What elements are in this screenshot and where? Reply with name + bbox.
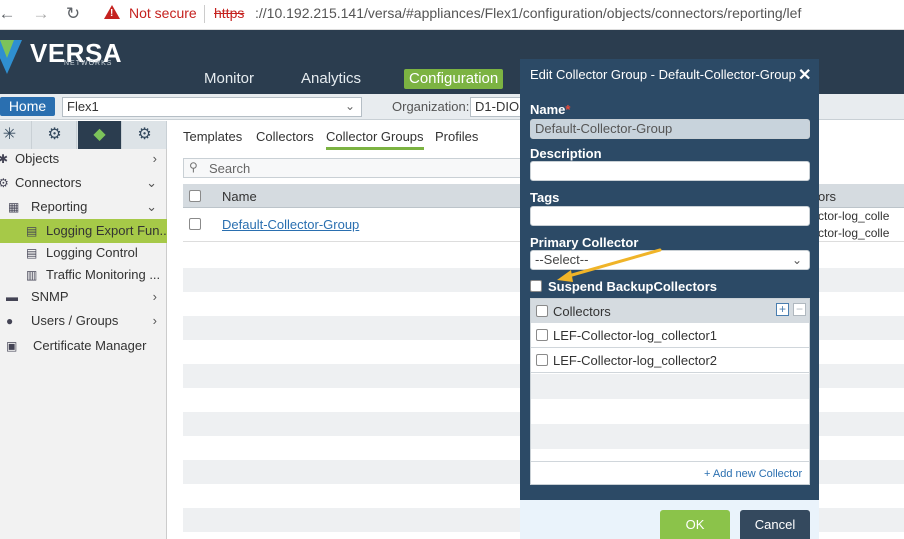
row-checkbox[interactable] <box>189 218 201 230</box>
search-icon: ⚲ <box>189 160 198 174</box>
sidebar-item-label: Reporting <box>31 199 88 214</box>
ok-button[interactable]: OK <box>660 510 730 539</box>
divider <box>204 5 205 23</box>
gear-icon[interactable]: ⚙ <box>33 121 77 149</box>
annotation-arrow-icon <box>557 248 662 282</box>
column-header-collectors[interactable]: ors <box>818 189 836 204</box>
brand-subtitle: NETWORKS <box>64 60 113 67</box>
sidebar-item-label: Objects <box>15 151 60 166</box>
tags-field[interactable] <box>530 206 810 226</box>
sidebar-item-traffic-monitoring[interactable]: ▥ Traffic Monitoring ... <box>0 263 167 287</box>
row-name-link[interactable]: Default-Collector-Group <box>222 217 359 232</box>
collectors-select-all-checkbox[interactable] <box>536 305 548 317</box>
sidebar-item-connectors[interactable]: ⚙ Connectors ⌄ <box>0 171 167 195</box>
report-icon: ▦ <box>8 200 20 214</box>
chevron-right-icon: › <box>152 289 157 304</box>
sidebar-item-label: Users / Groups <box>31 313 119 328</box>
add-collector-button[interactable]: + <box>776 303 789 316</box>
remove-collector-button[interactable]: − <box>793 303 806 316</box>
appliance-select[interactable]: Flex1 ⌄ <box>62 97 362 117</box>
empty-row <box>531 424 809 449</box>
back-icon[interactable]: ← <box>0 3 18 25</box>
sidebar-item-label: Logging Control <box>46 245 138 260</box>
chevron-right-icon: › <box>152 151 157 166</box>
snmp-icon: ▬ <box>6 290 18 304</box>
tab-collector-groups[interactable]: Collector Groups <box>326 129 424 150</box>
url-scheme[interactable]: https <box>214 5 244 21</box>
chevron-down-icon: ⌄ <box>146 175 157 190</box>
tab-profiles[interactable]: Profiles <box>435 129 478 144</box>
chevron-down-icon: ⌄ <box>344 99 355 113</box>
connectors-icon: ⚙ <box>0 176 9 190</box>
chevron-down-icon: ⌄ <box>791 253 802 267</box>
log-control-icon: ▤ <box>26 246 38 260</box>
reload-icon[interactable]: ↻ <box>62 3 84 25</box>
chevron-right-icon: › <box>152 313 157 328</box>
row-collector-value: ctor-log_colle <box>818 209 890 223</box>
collector-checkbox[interactable] <box>536 329 548 341</box>
url-text[interactable]: ://10.192.215.141/versa/#appliances/Flex… <box>255 5 801 21</box>
settings-globe-icon[interactable]: ⚙ <box>123 121 167 149</box>
user-icon: ● <box>6 314 14 328</box>
sidebar-item-reporting[interactable]: ▦ Reporting ⌄ <box>0 195 167 219</box>
name-label-text: Name <box>530 102 566 117</box>
sidebar-item-snmp[interactable]: ▬ SNMP › <box>0 285 167 309</box>
tab-collectors[interactable]: Collectors <box>256 129 314 144</box>
select-all-checkbox[interactable] <box>189 190 201 202</box>
sidebar-item-logging-control[interactable]: ▤ Logging Control <box>0 241 167 265</box>
forward-icon[interactable]: → <box>30 3 52 25</box>
sidebar-item-label: SNMP <box>31 289 69 304</box>
sidebar-item-certificate-manager[interactable]: ▣ Certificate Manager <box>0 334 167 358</box>
sidebar-item-logging-export[interactable]: ▤ Logging Export Fun... <box>0 219 167 243</box>
tags-label: Tags <box>530 190 560 205</box>
tab-templates[interactable]: Templates <box>183 129 242 144</box>
security-warning[interactable]: Not secure <box>129 5 197 21</box>
traffic-icon: ▥ <box>26 268 38 282</box>
sidebar-item-label: Certificate Manager <box>33 338 147 353</box>
certificate-icon: ▣ <box>6 339 18 353</box>
collector-name: LEF-Collector-log_collector1 <box>553 328 718 343</box>
description-label: Description <box>530 146 602 161</box>
column-header-name[interactable]: Name <box>222 189 257 204</box>
browser-toolbar: ← → ↻ ! Not secure https ://10.192.215.1… <box>0 0 904 30</box>
chevron-down-icon: ⌄ <box>146 199 157 214</box>
sidebar-item-objects[interactable]: ✱ Objects › <box>0 147 167 171</box>
empty-row <box>531 374 809 399</box>
sidebar-item-label: Traffic Monitoring ... <box>46 267 161 282</box>
network-icon[interactable]: ✳ <box>0 121 32 149</box>
close-icon[interactable]: ✕ <box>798 65 811 85</box>
name-label: Name* <box>530 102 570 117</box>
organization-label: Organization: <box>392 99 470 114</box>
description-field[interactable] <box>530 161 810 181</box>
divider <box>531 461 809 462</box>
required-mark: * <box>565 102 571 117</box>
sidebar-item-label: Connectors <box>15 175 82 190</box>
search-input[interactable]: ⚲ Search <box>183 158 528 178</box>
log-export-icon: ▤ <box>26 224 38 238</box>
appliance-value: Flex1 <box>67 99 99 114</box>
versa-logo-icon <box>0 40 22 74</box>
sidebar-item-users-groups[interactable]: ● Users / Groups › <box>0 309 167 333</box>
collector-checkbox[interactable] <box>536 354 548 366</box>
cancel-button[interactable]: Cancel <box>740 510 810 539</box>
nav-configuration[interactable]: Configuration <box>404 69 504 89</box>
nav-monitor[interactable]: Monitor <box>199 69 259 89</box>
row-collector-value: ctor-log_colle <box>818 226 890 240</box>
nav-analytics[interactable]: Analytics <box>296 69 366 89</box>
collector-name: LEF-Collector-log_collector2 <box>553 353 718 368</box>
search-placeholder: Search <box>209 161 251 176</box>
suspend-backup-checkbox[interactable] <box>530 280 542 292</box>
appliance-cube-icon[interactable]: ◆ <box>78 121 122 149</box>
warning-icon: ! <box>104 5 120 19</box>
objects-icon: ✱ <box>0 152 9 166</box>
name-field[interactable]: Default-Collector-Group <box>530 119 810 139</box>
add-new-collector-link[interactable]: + Add new Collector <box>704 468 802 480</box>
collectors-header-label: Collectors <box>553 304 611 319</box>
home-button[interactable]: Home <box>0 97 55 116</box>
dialog-title: Edit Collector Group - Default-Collector… <box>530 67 796 82</box>
sidebar-item-label: Logging Export Fun... <box>46 223 167 238</box>
